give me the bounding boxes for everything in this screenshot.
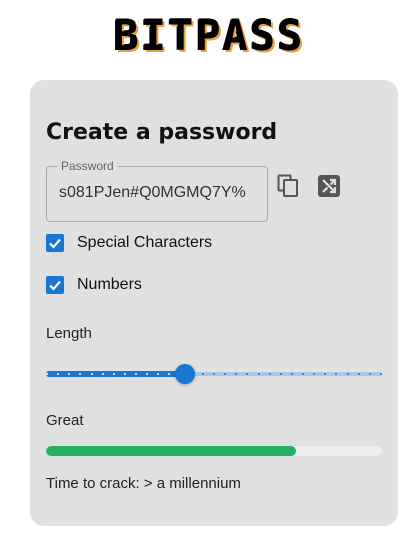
slider-tick [335,373,337,375]
slider-tick [202,373,204,375]
slider-tick [269,373,271,375]
password-card: Create a password Password s081PJen#Q0MG… [30,80,398,526]
strength-label: Great [46,412,84,429]
slider-tick [213,373,215,375]
slider-tick [224,373,226,375]
slider-tick [324,373,326,375]
app-logo: BITPASS [0,12,418,60]
numbers-option[interactable]: Numbers [46,273,142,297]
copy-icon [277,174,298,197]
slider-tick [79,373,81,375]
regenerate-button[interactable] [316,173,342,199]
slider-tick [358,373,360,375]
slider-tick [168,373,170,375]
slider-tick [146,373,148,375]
slider-tick [246,373,248,375]
strength-meter [46,446,382,456]
slider-tick [235,373,237,375]
special-characters-checkbox[interactable] [46,234,64,252]
slider-tick [347,373,349,375]
password-field[interactable]: Password s081PJen#Q0MGMQ7Y% [46,159,268,222]
slider-tick [380,373,382,375]
special-characters-label: Special Characters [77,234,213,251]
slider-tick [157,373,159,375]
password-value[interactable]: s081PJen#Q0MGMQ7Y% [59,184,263,202]
password-field-label: Password [57,159,118,173]
logo-text: BITPASS [113,11,305,60]
slider-tick [102,373,104,375]
slider-tick [68,373,70,375]
slider-tick [291,373,293,375]
shuffle-icon [318,175,340,197]
slider-tick [302,373,304,375]
slider-tick [91,373,93,375]
special-characters-option[interactable]: Special Characters [46,231,212,255]
copy-button[interactable] [275,173,301,199]
slider-tick [280,373,282,375]
slider-tick [124,373,126,375]
numbers-label: Numbers [77,276,142,293]
time-to-crack: Time to crack: > a millennium [46,475,241,492]
slider-tick [113,373,115,375]
length-label: Length [46,325,92,342]
slider-tick [313,373,315,375]
slider-tick [57,373,59,375]
slider-tick [258,373,260,375]
slider-thumb[interactable] [175,364,195,384]
card-title: Create a password [46,120,278,145]
strength-meter-fill [46,446,296,456]
slider-tick [135,373,137,375]
slider-tick [369,373,371,375]
length-slider[interactable] [46,364,382,384]
slider-ticks [46,373,382,375]
checkmark-icon [49,238,61,249]
checkmark-icon [49,280,61,291]
slider-tick [46,373,48,375]
numbers-checkbox[interactable] [46,276,64,294]
